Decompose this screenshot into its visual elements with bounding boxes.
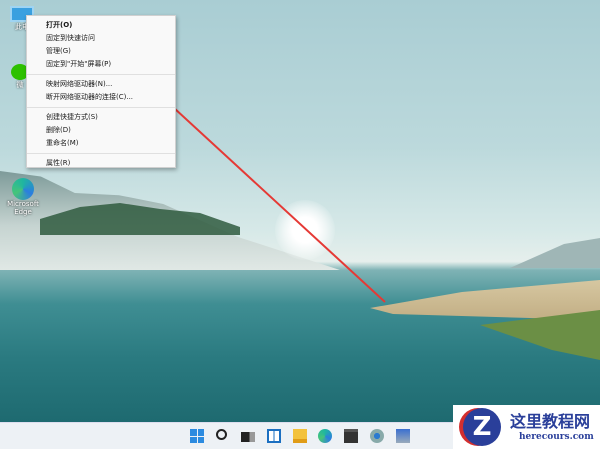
menu-item[interactable]: 创建快捷方式(S) [27, 111, 175, 124]
menu-separator [27, 74, 175, 75]
file-explorer-icon[interactable] [293, 429, 307, 443]
watermark-logo: Z [463, 408, 501, 446]
windows-start-icon[interactable] [190, 429, 204, 443]
menu-item[interactable]: 属性(R) [27, 157, 175, 170]
menu-item[interactable]: 打开(O) [27, 19, 175, 32]
store-icon[interactable] [344, 429, 358, 443]
menu-separator [27, 153, 175, 154]
search-icon[interactable] [216, 429, 227, 440]
edge-icon[interactable] [318, 429, 332, 443]
menu-item[interactable]: 固定到快速访问 [27, 32, 175, 45]
widgets-icon[interactable] [267, 429, 281, 443]
menu-item[interactable]: 映射网络驱动器(N)... [27, 78, 175, 91]
menu-item[interactable]: 固定到"开始"屏幕(P) [27, 58, 175, 71]
menu-separator [27, 107, 175, 108]
watermark-url: herecours.com [519, 432, 594, 442]
watermark: Z 这里教程网 herecours.com [453, 405, 600, 449]
menu-item[interactable]: 重命名(M) [27, 137, 175, 150]
task-view-icon[interactable] [241, 432, 255, 442]
menu-item[interactable]: 删除(D) [27, 124, 175, 137]
settings-icon[interactable] [370, 429, 384, 443]
menu-item[interactable]: 断开网络驱动器的连接(C)... [27, 91, 175, 104]
control-panel-icon[interactable] [396, 429, 410, 443]
watermark-title: 这里教程网 [510, 412, 591, 431]
context-menu: 打开(O) 固定到快速访问 管理(G) 固定到"开始"屏幕(P) 映射网络驱动器(N).… [26, 15, 176, 168]
menu-item[interactable]: 管理(G) [27, 45, 175, 58]
